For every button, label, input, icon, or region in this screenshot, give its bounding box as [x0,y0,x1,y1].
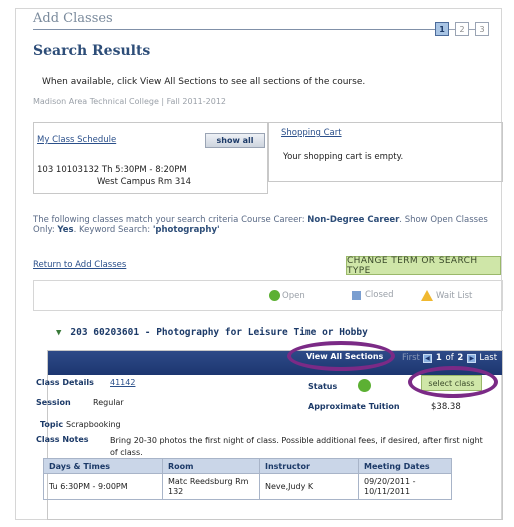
pager-first[interactable]: First [402,353,420,363]
collapse-arrow-icon[interactable]: ▼ [56,328,61,338]
meeting-table: Days & Times Room Instructor Meeting Dat… [43,458,452,500]
tuition-value: $38.38 [431,402,461,412]
college-term: Madison Area Technical College | Fall 20… [33,97,227,106]
shopping-cart-panel: Shopping Cart Your shopping cart is empt… [268,122,503,182]
table-header-row: Days & Times Room Instructor Meeting Dat… [43,458,452,474]
legend-wait-list: Wait List [421,290,472,301]
session-label: Session [36,398,71,407]
legend-closed-label: Closed [365,290,394,300]
annotation-circle-view-all [287,341,395,371]
legend-open: Open [269,290,305,301]
criteria-keyword-label: . Keyword Search: [73,225,151,235]
session-value: Regular [93,398,124,407]
pager-current: 1 [435,353,442,363]
open-status-icon [358,379,371,392]
wait-list-icon [421,290,433,301]
schedule-entry-line1: 103 10103132 Th 5:30PM - 8:20PM [37,165,187,175]
criteria-open-value: Yes [57,225,74,235]
status-legend: Open Closed Wait List [33,280,503,311]
column-header-room: Room [162,458,260,474]
legend-closed: Closed [352,290,394,300]
cell-room: Matc Reedsburg Rm 132 [162,473,260,500]
section-pager: First ◀ 1 of 2 ▶ Last [402,353,497,363]
class-number-link[interactable]: 41142 [110,378,135,387]
step-indicator: 1 2 3 [435,22,489,36]
legend-wait-list-label: Wait List [436,290,473,301]
column-header-days-times: Days & Times [43,458,163,474]
step-1[interactable]: 1 [435,22,449,36]
legend-open-label: Open [282,290,305,301]
cell-instructor: Neve,Judy K [259,473,359,500]
show-all-button[interactable]: show all [205,133,265,148]
course-title: 203 60203601 - Photography for Leisure T… [70,327,368,338]
pager-total: 2 [457,353,464,363]
class-notes-value: Bring 20-30 photos the first night of cl… [110,436,483,457]
step-2[interactable]: 2 [455,22,469,36]
shopping-cart-link[interactable]: Shopping Cart [281,128,342,138]
criteria-career: Non-Degree Career [307,215,400,225]
criteria-prefix: The following classes match your search … [33,215,305,225]
pager-of: of [445,353,454,363]
info-text: When available, click View All Sections … [42,77,366,87]
status-label: Status [308,382,338,391]
topic-label: Topic [40,420,64,429]
open-icon [269,290,280,301]
cell-days-times: Tu 6:30PM - 9:00PM [43,473,163,500]
step-3[interactable]: 3 [475,22,489,36]
closed-icon [352,290,361,300]
table-row: Tu 6:30PM - 9:00PM Matc Reedsburg Rm 132… [43,473,452,500]
column-header-instructor: Instructor [259,458,359,474]
class-notes-label: Class Notes [36,435,89,444]
class-details-label: Class Details [36,378,94,387]
column-header-meeting-dates: Meeting Dates [358,458,452,474]
search-criteria-text: The following classes match your search … [33,215,503,235]
page-heading: Add Classes [33,11,113,26]
return-to-add-classes-link[interactable]: Return to Add Classes [33,260,126,270]
criteria-keyword-value: 'photography' [152,225,220,235]
next-page-icon[interactable]: ▶ [467,353,477,363]
cart-empty-message: Your shopping cart is empty. [283,152,404,162]
previous-page-icon[interactable]: ◀ [422,353,432,363]
course-header[interactable]: ▼ 203 60203601 - Photography for Leisure… [56,327,368,338]
my-class-schedule-link[interactable]: My Class Schedule [37,135,116,145]
pager-last[interactable]: Last [479,353,497,363]
change-term-button[interactable]: CHANGE TERM OR SEARCH TYPE [346,256,501,276]
class-schedule-panel: My Class Schedule show all 103 10103132 … [33,122,268,194]
tuition-label: Approximate Tuition [308,402,400,411]
schedule-entry-line2: West Campus Rm 314 [97,177,192,187]
annotation-circle-select-class [408,366,498,398]
cell-meeting-dates: 09/20/2011 - 10/11/2011 [358,473,452,500]
page-title: Search Results [33,43,151,59]
topic-value: Scrapbooking [66,420,121,429]
header-divider [33,29,436,30]
